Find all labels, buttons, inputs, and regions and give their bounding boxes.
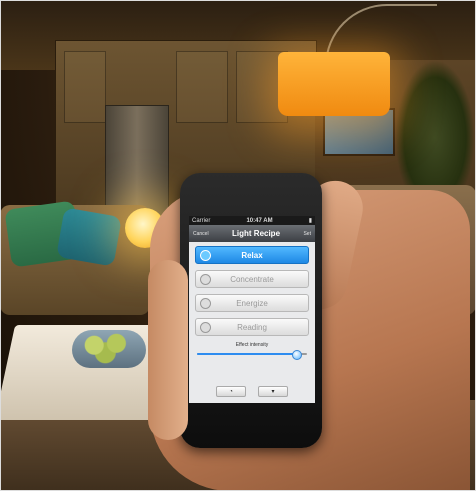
recipe-label: Energize [236, 298, 268, 308]
fingers [148, 260, 188, 440]
lamp-shade [278, 52, 390, 116]
clock-label: 10:47 AM [246, 217, 273, 224]
status-bar: Carrier 10:47 AM ▮ [189, 216, 315, 225]
recipe-label: Relax [241, 250, 263, 260]
recipe-button-relax[interactable]: Relax [195, 246, 309, 264]
cancel-button[interactable]: Cancel [193, 231, 209, 237]
slider-fill [197, 353, 296, 355]
lights-button[interactable]: ▾ [258, 386, 288, 397]
effect-intensity-slider[interactable] [197, 350, 307, 360]
recipe-button-reading[interactable]: Reading [195, 318, 309, 336]
cabinet-door [64, 51, 106, 123]
pillow-teal [56, 207, 122, 267]
energize-icon [200, 298, 211, 309]
screen-title: Light Recipe [232, 229, 281, 238]
reading-icon [200, 322, 211, 333]
timer-button[interactable]: ◔ [216, 386, 246, 397]
bottom-toolbar: ◔ ▾ [189, 386, 315, 397]
navigation-bar: Cancel Light Recipe Set [189, 225, 315, 242]
photo-scene: Carrier 10:47 AM ▮ Cancel Light Recipe S… [0, 0, 476, 491]
recipe-list: Relax Concentrate Energize Reading Effec… [189, 242, 315, 360]
clock-icon: ◔ [229, 388, 233, 395]
bulb-icon: ▾ [271, 388, 275, 395]
fruit-bowl [72, 330, 146, 368]
carrier-label: Carrier [192, 217, 211, 224]
recipe-button-energize[interactable]: Energize [195, 294, 309, 312]
effect-intensity-label: Effect intensity [235, 342, 269, 348]
relax-icon [200, 250, 211, 261]
recipe-button-concentrate[interactable]: Concentrate [195, 270, 309, 288]
phone-screen: Carrier 10:47 AM ▮ Cancel Light Recipe S… [189, 216, 315, 403]
recipe-label: Reading [237, 322, 267, 332]
cabinet-door [176, 51, 228, 123]
slider-thumb[interactable] [292, 350, 302, 360]
set-button[interactable]: Set [303, 231, 311, 237]
house-plant [395, 60, 475, 190]
recipe-label: Concentrate [230, 274, 274, 284]
concentrate-icon [200, 274, 211, 285]
battery-icon: ▮ [308, 218, 312, 224]
